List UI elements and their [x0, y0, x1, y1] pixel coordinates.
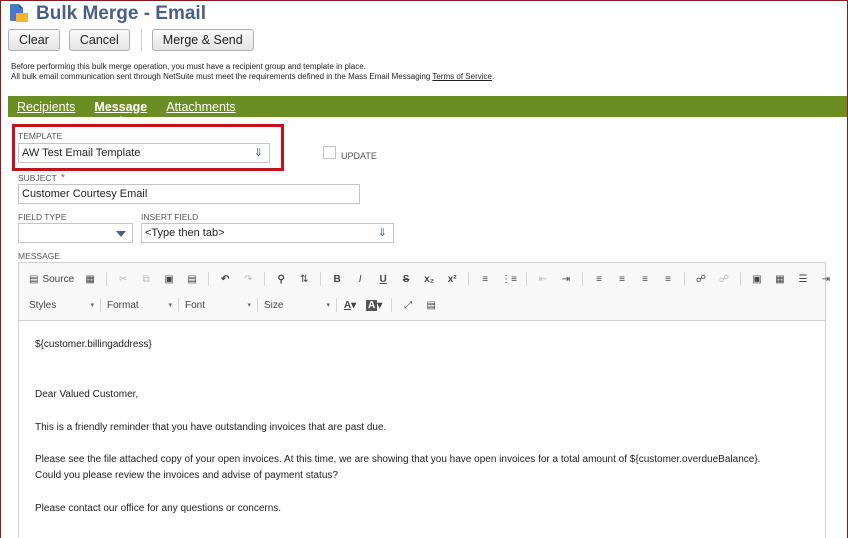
templates-icon[interactable]: ▦: [83, 271, 97, 287]
toolbar-row-2: Styles ▾ Format ▾ Font ▾ Size ▾ A ▾ A ▾ ⤢ ▤: [29, 297, 447, 313]
tab-attachments[interactable]: Attachments: [166, 100, 235, 114]
content-line: Dear Valued Customer,: [35, 389, 139, 400]
underline-icon[interactable]: U: [376, 271, 390, 287]
merge-send-button[interactable]: Merge & Send: [151, 29, 254, 51]
align-right-icon[interactable]: ≡: [638, 271, 652, 287]
bulleted-list-icon[interactable]: ⋮≡: [501, 271, 517, 287]
page-title: Bulk Merge - Email: [36, 3, 206, 24]
format-dropdown[interactable]: Format ▾: [107, 297, 172, 313]
link-icon[interactable]: ☍: [694, 271, 708, 287]
content-line: Please contact our office for any questi…: [35, 503, 282, 514]
active-tab-caret: [115, 115, 126, 121]
notice-text: Before performing this bulk merge operat…: [11, 62, 494, 82]
email-merge-icon: [10, 4, 28, 24]
subscript-icon[interactable]: x₂: [422, 271, 436, 287]
justify-icon[interactable]: ≡: [661, 271, 675, 287]
dropdown-arrow-icon: ▾: [90, 302, 94, 309]
horizontal-line-icon[interactable]: ☰: [796, 271, 810, 287]
double-chevron-down-icon: ⇓: [377, 227, 387, 239]
text-color-icon[interactable]: A ▾: [343, 297, 357, 313]
numbered-list-icon[interactable]: ≡: [478, 271, 492, 287]
rich-text-editor[interactable]: ▤ Source ▦ ✂ ⧉ ▣ ▤ ↶ ↷ ⚲ ⇅ B I U S x₂ x² …: [18, 262, 830, 538]
dropdown-arrow-icon: [116, 231, 126, 237]
align-center-icon[interactable]: ≡: [615, 271, 629, 287]
notice-line-1: Before performing this bulk merge operat…: [11, 62, 366, 71]
strikethrough-icon[interactable]: S: [399, 271, 413, 287]
size-dropdown[interactable]: Size ▾: [264, 297, 330, 313]
tab-message[interactable]: Message: [94, 100, 147, 121]
toolbar-row-1: ▤ Source ▦ ✂ ⧉ ▣ ▤ ↶ ↷ ⚲ ⇅ B I U S x₂ x² …: [29, 271, 842, 287]
insert-field-label: INSERT FIELD: [141, 212, 199, 222]
paste-icon[interactable]: ▣: [162, 271, 176, 287]
increase-indent-icon[interactable]: ⇥: [559, 271, 573, 287]
dropdown-arrow-icon: ▾: [326, 302, 330, 309]
superscript-icon[interactable]: x²: [445, 271, 459, 287]
copy-icon[interactable]: ⧉: [139, 271, 153, 287]
undo-icon[interactable]: ↶: [218, 271, 232, 287]
editor-toolbar: ▤ Source ▦ ✂ ⧉ ▣ ▤ ↶ ↷ ⚲ ⇅ B I U S x₂ x² …: [19, 263, 830, 321]
message-label: MESSAGE: [18, 251, 61, 261]
content-line: Could you please review the invoices and…: [35, 470, 338, 481]
content-line: This is a friendly reminder that you hav…: [35, 422, 387, 433]
source-icon: ▤: [29, 273, 39, 285]
table-icon[interactable]: ▦: [773, 271, 787, 287]
cancel-button[interactable]: Cancel: [68, 29, 130, 51]
dropdown-arrow-icon: ▾: [168, 302, 172, 309]
update-label: UPDATE: [341, 151, 377, 161]
terms-of-service-link[interactable]: Terms of Service: [432, 72, 492, 81]
unlink-icon[interactable]: ☍: [717, 271, 731, 287]
find-icon[interactable]: ⚲: [274, 271, 288, 287]
decrease-indent-icon[interactable]: ⇤: [536, 271, 550, 287]
page-header: Bulk Merge - Email: [10, 3, 206, 25]
align-left-icon[interactable]: ≡: [592, 271, 606, 287]
action-bar: Clear Cancel Merge & Send: [8, 29, 263, 51]
tab-recipients[interactable]: Recipients: [17, 100, 75, 114]
bold-icon[interactable]: B: [330, 271, 344, 287]
template-highlight-box: [12, 124, 284, 171]
italic-icon[interactable]: I: [353, 271, 367, 287]
styles-dropdown[interactable]: Styles ▾: [29, 297, 94, 313]
redo-icon[interactable]: ↷: [241, 271, 255, 287]
update-checkbox[interactable]: [323, 146, 336, 159]
content-line: ${customer.billingaddress}: [35, 339, 152, 350]
page-break-icon[interactable]: ⇥: [819, 271, 833, 287]
button-divider: [140, 29, 142, 51]
dropdown-arrow-icon: ▾: [247, 302, 251, 309]
subject-input[interactable]: Customer Courtesy Email: [18, 184, 360, 204]
image-icon[interactable]: ▣: [750, 271, 764, 287]
subtab-bar: Recipients Message Attachments: [8, 96, 847, 121]
subject-label: SUBJECT *: [18, 172, 66, 184]
source-button[interactable]: ▤ Source: [29, 271, 74, 287]
required-asterisk: *: [60, 172, 66, 184]
background-color-icon[interactable]: A ▾: [366, 297, 382, 313]
content-line: Please see the file attached copy of you…: [35, 454, 761, 465]
show-blocks-icon[interactable]: ▤: [424, 297, 438, 313]
cut-icon[interactable]: ✂: [116, 271, 130, 287]
paste-text-icon[interactable]: ▤: [185, 271, 199, 287]
maximize-icon[interactable]: ⤢: [401, 297, 415, 313]
field-type-label: FIELD TYPE: [18, 212, 67, 222]
font-dropdown[interactable]: Font ▾: [185, 297, 251, 313]
field-type-select[interactable]: [18, 223, 133, 243]
replace-icon[interactable]: ⇅: [297, 271, 311, 287]
clear-button[interactable]: Clear: [8, 29, 60, 51]
insert-field-select[interactable]: <Type then tab> ⇓: [141, 223, 394, 243]
notice-line-2: All bulk email communication sent throug…: [11, 72, 495, 81]
